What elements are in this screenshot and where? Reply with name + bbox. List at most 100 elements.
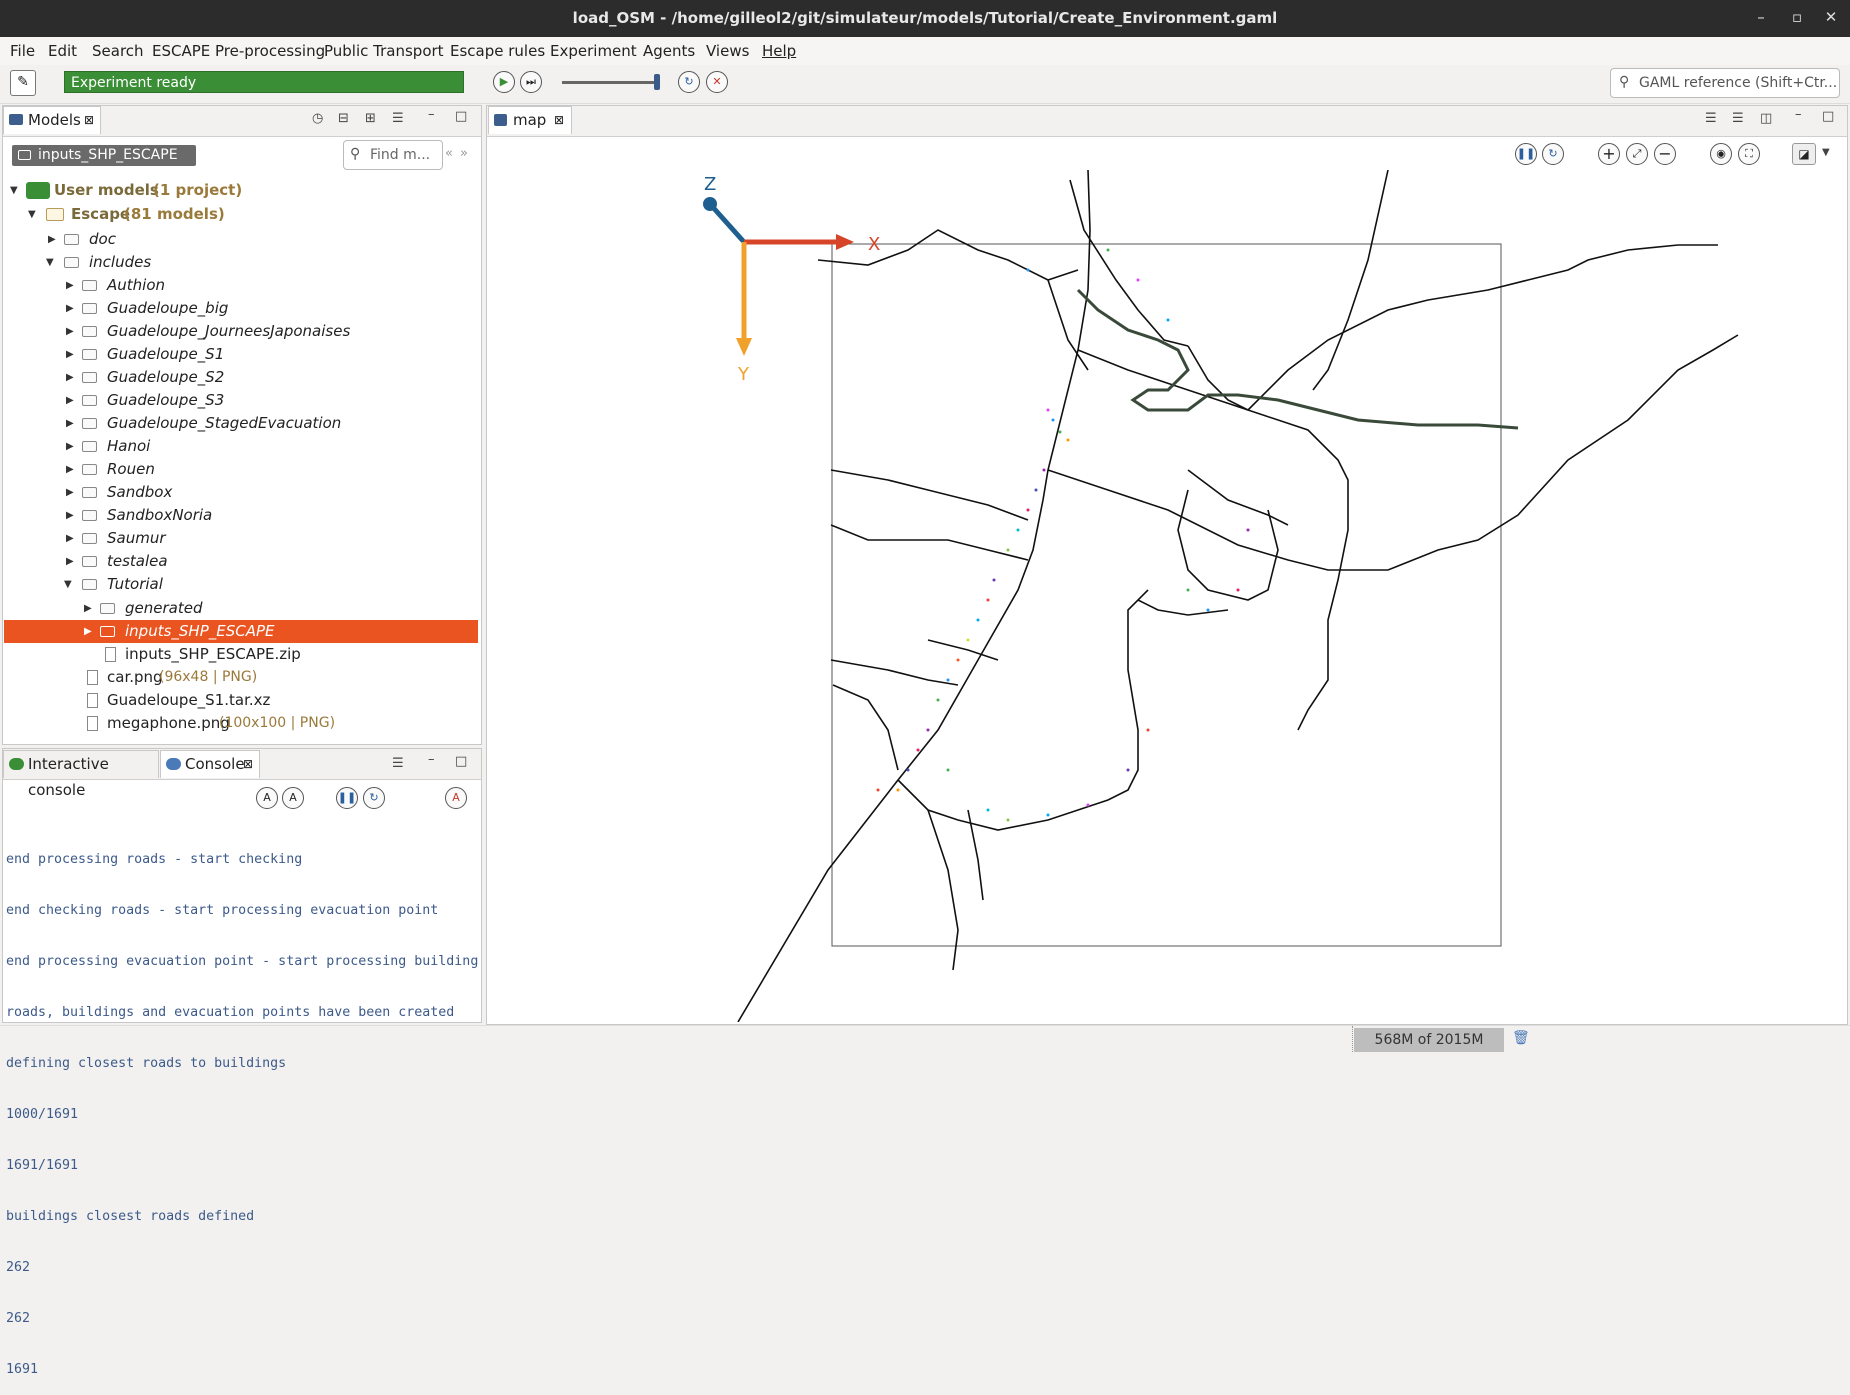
tree-item-escape[interactable]: ▼ Escape (81 models) <box>4 203 478 226</box>
tree-item-car-png[interactable]: car.png (96x48 | PNG) <box>4 666 478 689</box>
clear-console-icon[interactable]: A <box>445 787 467 809</box>
edit-model-icon[interactable]: ✎ <box>10 70 36 96</box>
chevron-right-icon[interactable]: ▶ <box>66 274 74 297</box>
chevron-down-icon[interactable]: ▼ <box>10 179 18 202</box>
layers-icon[interactable]: ◪ <box>1792 143 1816 165</box>
chevron-right-icon[interactable]: ▶ <box>66 435 74 458</box>
tree-item-guadeloupe-big[interactable]: ▶ Guadeloupe_big <box>4 297 478 320</box>
chevron-down-icon[interactable]: ▼ <box>28 203 36 226</box>
layout-icon[interactable]: ☰ <box>1732 111 1744 126</box>
tree-item-hanoi[interactable]: ▶ Hanoi <box>4 435 478 458</box>
sync-display-icon[interactable]: ↻ <box>1542 143 1564 165</box>
tree-item-tutorial[interactable]: ▼ Tutorial <box>4 573 478 596</box>
minimize-panel-icon[interactable]: – <box>428 752 435 767</box>
tree-item-inputs-zip[interactable]: inputs_SHP_ESCAPE.zip <box>4 643 478 666</box>
chevron-right-icon[interactable]: ▶ <box>48 228 56 251</box>
tree-item-megaphone-png[interactable]: megaphone.png (100x100 | PNG) <box>4 712 478 735</box>
tree-item-saumur[interactable]: ▶ Saumur <box>4 527 478 550</box>
pause-console-icon[interactable]: ❚❚ <box>336 787 358 809</box>
close-tab-icon[interactable]: ⊠ <box>243 751 253 777</box>
menu-views[interactable]: Views <box>706 42 749 60</box>
tree-item-authion[interactable]: ▶ Authion <box>4 274 478 297</box>
menu-public-transport[interactable]: Public Transport <box>324 42 444 60</box>
map-canvas[interactable]: Z X Y <box>488 170 1846 1022</box>
find-models-input[interactable]: ⚲ Find m... <box>343 140 443 170</box>
decrease-font-icon[interactable]: A <box>282 787 304 809</box>
chevron-right-icon[interactable]: ▶ <box>66 389 74 412</box>
chevron-right-icon[interactable]: ▶ <box>66 550 74 573</box>
chevron-right-icon[interactable]: ▶ <box>66 320 74 343</box>
chevron-right-icon[interactable]: ▶ <box>66 366 74 389</box>
tab-interactive-console[interactable]: Interactive console <box>3 750 159 799</box>
minimize-panel-icon[interactable]: – <box>1795 107 1802 122</box>
chevron-right-icon[interactable]: ▶ <box>66 458 74 481</box>
tab-models[interactable]: Models ⊠ <box>3 106 101 134</box>
snapshot-icon[interactable]: ◉ <box>1710 143 1732 165</box>
maximize-panel-icon[interactable]: □ <box>455 109 467 124</box>
tree-item-generated[interactable]: ▶ generated <box>4 597 478 620</box>
increase-font-icon[interactable]: A <box>256 787 278 809</box>
minimize-panel-icon[interactable]: – <box>428 107 435 122</box>
chevron-down-icon[interactable]: ▼ <box>1822 147 1830 158</box>
zoom-out-icon[interactable]: − <box>1654 143 1676 165</box>
minimize-icon[interactable]: – <box>1750 8 1772 26</box>
tree-item-guadeloupe-s3[interactable]: ▶ Guadeloupe_S3 <box>4 389 478 412</box>
breadcrumb[interactable]: inputs_SHP_ESCAPE <box>12 145 196 166</box>
menu-escape-preprocessing[interactable]: ESCAPE Pre-processing <box>152 42 325 60</box>
tree-item-guadeloupe-tar[interactable]: Guadeloupe_S1.tar.xz <box>4 689 478 712</box>
tree-item-guadeloupe-s1[interactable]: ▶ Guadeloupe_S1 <box>4 343 478 366</box>
speed-slider-handle[interactable] <box>654 74 660 90</box>
close-tab-icon[interactable]: ⊠ <box>554 107 564 133</box>
gaml-reference-search[interactable]: ⚲ GAML reference (Shift+Ctr... <box>1610 68 1840 98</box>
chevron-right-icon[interactable]: ▶ <box>84 620 92 643</box>
chevron-down-icon[interactable]: ▼ <box>64 573 72 596</box>
menu-edit[interactable]: Edit <box>48 42 77 60</box>
chevron-right-icon[interactable]: ▶ <box>66 527 74 550</box>
tree-item-guadeloupe-s2[interactable]: ▶ Guadeloupe_S2 <box>4 366 478 389</box>
expand-all-icon[interactable]: ⊞ <box>365 111 376 126</box>
run-icon[interactable]: ▶ <box>493 71 515 93</box>
menu-search[interactable]: Search <box>92 42 144 60</box>
chevron-right-icon[interactable]: ▶ <box>66 504 74 527</box>
menu-experiment[interactable]: Experiment <box>550 42 637 60</box>
tab-console[interactable]: Console ⊠ <box>160 750 260 778</box>
tree-item-includes[interactable]: ▼ includes <box>4 251 478 274</box>
pause-display-icon[interactable]: ❚❚ <box>1515 143 1537 165</box>
tree-item-user-models[interactable]: ▼ User models (1 project) <box>4 179 478 202</box>
tree-item-guadeloupe-staged[interactable]: ▶ Guadeloupe_StagedEvacuation <box>4 412 478 435</box>
menu-escape-rules[interactable]: Escape rules <box>450 42 545 60</box>
zoom-fit-icon[interactable]: ⤢ <box>1626 143 1648 165</box>
restore-icon[interactable]: ▫ <box>1786 8 1808 26</box>
view-menu-icon[interactable]: ☰ <box>392 111 404 126</box>
tree-item-inputs-shp-escape[interactable]: ▶ inputs_SHP_ESCAPE <box>4 620 478 643</box>
history-icon[interactable]: ◷ <box>312 111 323 126</box>
sync-icon[interactable]: ↻ <box>363 787 385 809</box>
step-icon[interactable]: ⏭ <box>520 71 542 93</box>
chevron-down-icon[interactable]: ▼ <box>46 251 54 274</box>
previous-icon[interactable]: « <box>445 146 453 161</box>
view-menu-icon[interactable]: ☰ <box>392 756 404 771</box>
menu-file[interactable]: File <box>10 42 35 60</box>
tree-item-sandboxnoria[interactable]: ▶ SandboxNoria <box>4 504 478 527</box>
next-icon[interactable]: » <box>460 146 468 161</box>
collapse-all-icon[interactable]: ⊟ <box>338 111 349 126</box>
fullscreen-icon[interactable]: ⛶ <box>1738 143 1760 165</box>
chevron-right-icon[interactable]: ▶ <box>66 412 74 435</box>
reload-icon[interactable]: ↻ <box>678 71 700 93</box>
tree-item-doc[interactable]: ▶ doc <box>4 228 478 251</box>
tree-item-sandbox[interactable]: ▶ Sandbox <box>4 481 478 504</box>
chevron-right-icon[interactable]: ▶ <box>66 343 74 366</box>
close-tab-icon[interactable]: ⊠ <box>84 107 94 133</box>
tree-item-rouen[interactable]: ▶ Rouen <box>4 458 478 481</box>
close-window-icon[interactable]: ✕ <box>1820 8 1842 26</box>
menu-help[interactable]: Help <box>762 42 796 60</box>
zoom-in-icon[interactable]: + <box>1598 143 1620 165</box>
menu-agents[interactable]: Agents <box>643 42 695 60</box>
tab-map[interactable]: map ⊠ <box>488 106 572 134</box>
chevron-right-icon[interactable]: ▶ <box>66 297 74 320</box>
speed-slider[interactable] <box>562 81 656 84</box>
stop-icon[interactable]: ✕ <box>706 71 728 93</box>
maximize-panel-icon[interactable]: □ <box>455 754 467 769</box>
maximize-panel-icon[interactable]: □ <box>1822 109 1834 124</box>
tree-item-guadeloupe-journees[interactable]: ▶ Guadeloupe_JourneesJaponaises <box>4 320 478 343</box>
